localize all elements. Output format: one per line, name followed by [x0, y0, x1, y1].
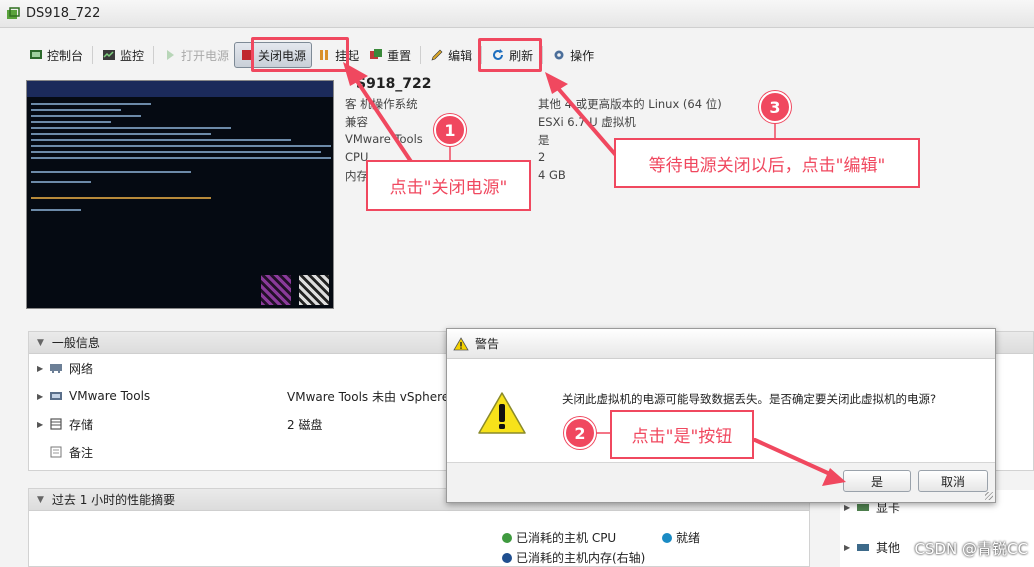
callout-step-3: 等待电源关闭以后，点击"编辑": [614, 138, 920, 188]
badge-step-3: 3: [759, 91, 791, 123]
arrow-head-1: [343, 62, 368, 86]
callout-step-2: 点击"是"按钮: [610, 410, 754, 459]
callout-step-1: 点击"关闭电源": [366, 160, 531, 211]
watermark: CSDN @青锐CC: [914, 540, 1028, 558]
badge-step-1: 1: [434, 114, 466, 146]
arrow-2: [753, 438, 832, 476]
badge-step-2: 2: [564, 417, 596, 449]
annotation-arrows: [343, 62, 846, 486]
arrow-3: [554, 84, 622, 162]
arrow-head-3: [545, 72, 568, 94]
